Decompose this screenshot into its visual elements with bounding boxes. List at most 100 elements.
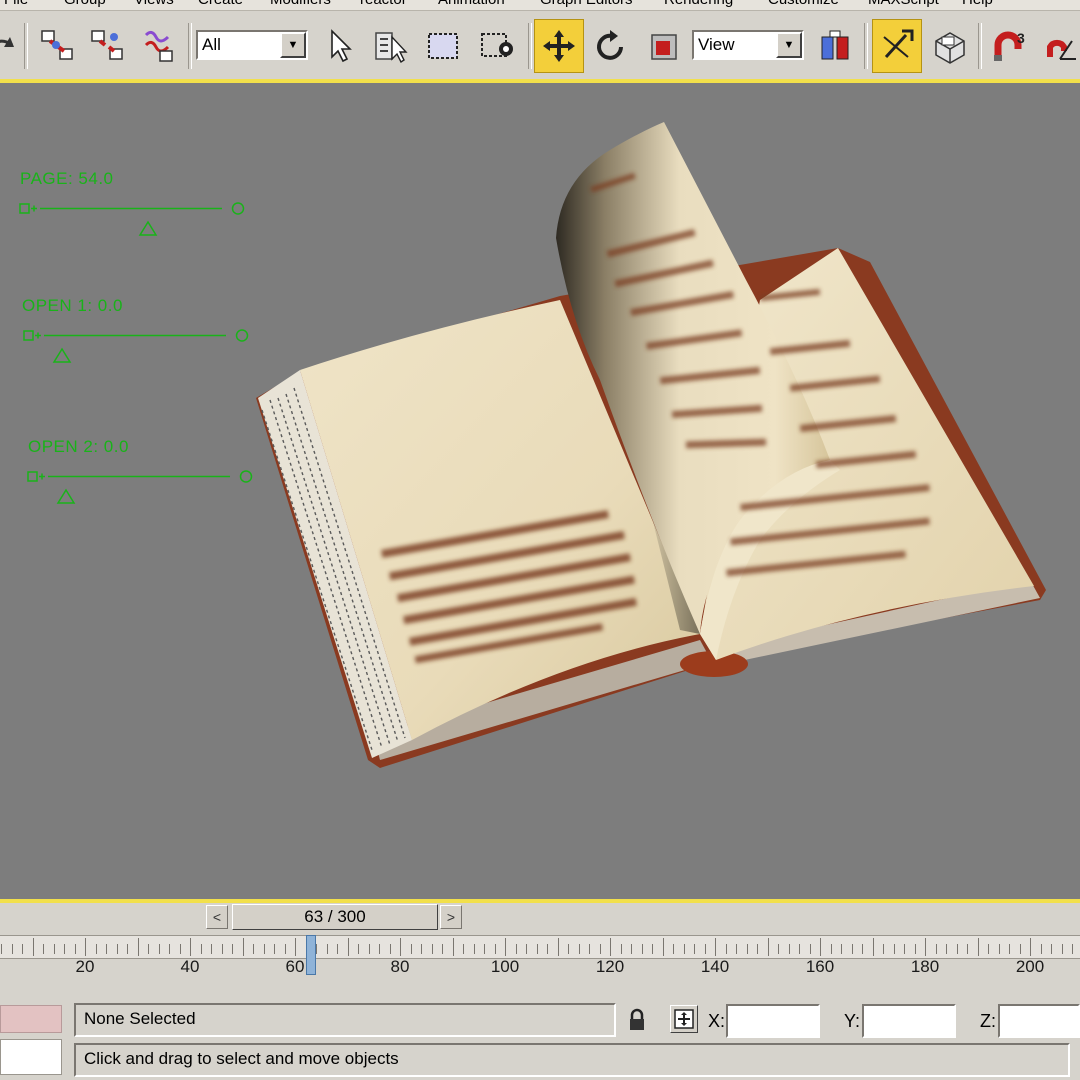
y-coordinate-input[interactable] [862,1004,956,1038]
perspective-viewport[interactable]: PAGE: 54.0 OPEN 1: 0.0 OPEN 2: 0.0 [0,83,1080,899]
track-tick [778,944,779,954]
track-ruler[interactable] [0,935,1080,959]
x-coordinate-input[interactable] [726,1004,820,1038]
track-tick [967,944,968,954]
track-tick [242,938,244,956]
track-tick [694,944,695,954]
chevron-left-icon: < [212,909,222,925]
select-and-manipulate-button[interactable] [872,19,922,73]
menu-modifiers[interactable]: Modifiers [270,0,331,8]
next-frame-button[interactable]: > [440,905,462,929]
track-tick [652,944,653,954]
track-tick [830,944,832,954]
y-coordinate-label: Y: [844,1011,861,1031]
select-by-name-button[interactable] [366,19,416,73]
menu-reactor[interactable]: reactor [360,0,407,8]
menu-maxscript[interactable]: MAXScript [868,0,939,8]
track-tick [1061,944,1063,954]
track-tick [547,944,548,954]
angle-snap-toggle-button[interactable] [1036,19,1080,73]
track-tick [232,944,233,954]
redo-icon [0,37,14,47]
use-pivot-point-center-button[interactable] [810,19,860,73]
time-slider-thumb[interactable]: 63 / 300 [232,904,438,930]
track-tick [484,944,485,954]
track-tick [368,944,370,954]
window-crossing-icon [481,33,513,57]
redo-button[interactable] [0,19,26,73]
track-tick [946,944,947,954]
track-bar[interactable]: 20 40 60 80 100 120 140 160 180 200 [0,931,1080,995]
track-tick-label: 60 [285,957,305,976]
track-tick [883,944,884,954]
menu-create[interactable]: Create [198,0,243,8]
track-time-cursor[interactable] [305,935,316,975]
track-tick [95,944,97,954]
snaps-toggle-button[interactable]: 3 [984,19,1034,73]
window-crossing-button[interactable] [472,19,522,73]
menu-customize[interactable]: Customize [768,0,839,8]
open-book-model[interactable] [0,83,1080,899]
dropdown-arrow-icon: ▼ [776,32,802,58]
track-tick [148,944,149,954]
selection-filter-value: All [202,35,221,54]
selection-lock-toggle[interactable] [624,1007,650,1033]
absolute-mode-transform-toggle[interactable] [670,1005,698,1033]
track-tick [568,944,569,954]
pivot-center-icon [821,30,849,60]
track-tick [893,944,895,954]
track-tick [263,944,265,954]
track-tick-label: 100 [490,957,520,976]
menu-views[interactable]: Views [134,0,174,8]
maxscript-listener-mini[interactable] [0,1005,62,1033]
menu-group[interactable]: Group [64,0,106,8]
menu-help[interactable]: Help [962,0,993,8]
menu-animation[interactable]: Animation [438,0,505,8]
track-tick [43,944,44,954]
track-tick [788,944,790,954]
previous-frame-button[interactable]: < [206,905,228,929]
transform-type-in-icon [674,1009,694,1029]
track-tick [935,944,937,954]
track-tick-label: 140 [700,957,730,976]
bind-to-space-warp-button[interactable] [134,19,184,73]
track-tick-label: 80 [390,957,410,976]
rectangular-selection-button[interactable] [418,19,468,73]
x-coordinate-label: X: [708,1011,726,1031]
track-tick [820,938,821,956]
track-tick [673,944,674,954]
track-tick [757,944,758,954]
track-tick [32,938,34,956]
rectangle-selection-icon [428,33,458,59]
reference-coordinate-value: View [698,35,735,54]
z-coordinate-label: Z: [980,1011,996,1031]
track-tick [253,944,254,954]
select-by-name-icon [375,32,408,64]
track-tick [1040,944,1042,954]
rotate-icon [597,30,623,60]
z-coordinate-input[interactable] [998,1004,1080,1038]
select-object-button[interactable] [314,19,364,73]
menu-graph-editors[interactable]: Graph Editors [540,0,633,8]
select-and-rotate-button[interactable] [586,19,636,73]
track-tick-label: 180 [910,957,940,976]
selection-filter-dropdown[interactable]: All ▼ [196,30,308,60]
menu-file[interactable]: File [4,0,28,8]
angle-snap-icon [1047,39,1076,60]
menu-rendering[interactable]: Rendering [664,0,733,8]
track-tick [463,944,464,954]
unlink-selection-button[interactable] [82,19,132,73]
keyboard-shortcut-override-button[interactable] [924,19,974,73]
track-tick [1030,938,1031,956]
select-and-link-button[interactable] [32,19,82,73]
magnet-snap-icon: 3 [994,30,1025,61]
track-tick [274,944,275,954]
track-tick [505,938,506,956]
frame-counter: 63 / 300 [304,907,366,926]
select-and-scale-button[interactable] [638,19,688,73]
maxscript-output-mini[interactable] [0,1039,62,1075]
status-bar: None Selected X: Y: Z: Click and drag to… [0,995,1080,1080]
select-and-move-button[interactable] [534,19,584,73]
track-tick [683,944,685,954]
reference-coordinate-dropdown[interactable]: View ▼ [692,30,804,60]
